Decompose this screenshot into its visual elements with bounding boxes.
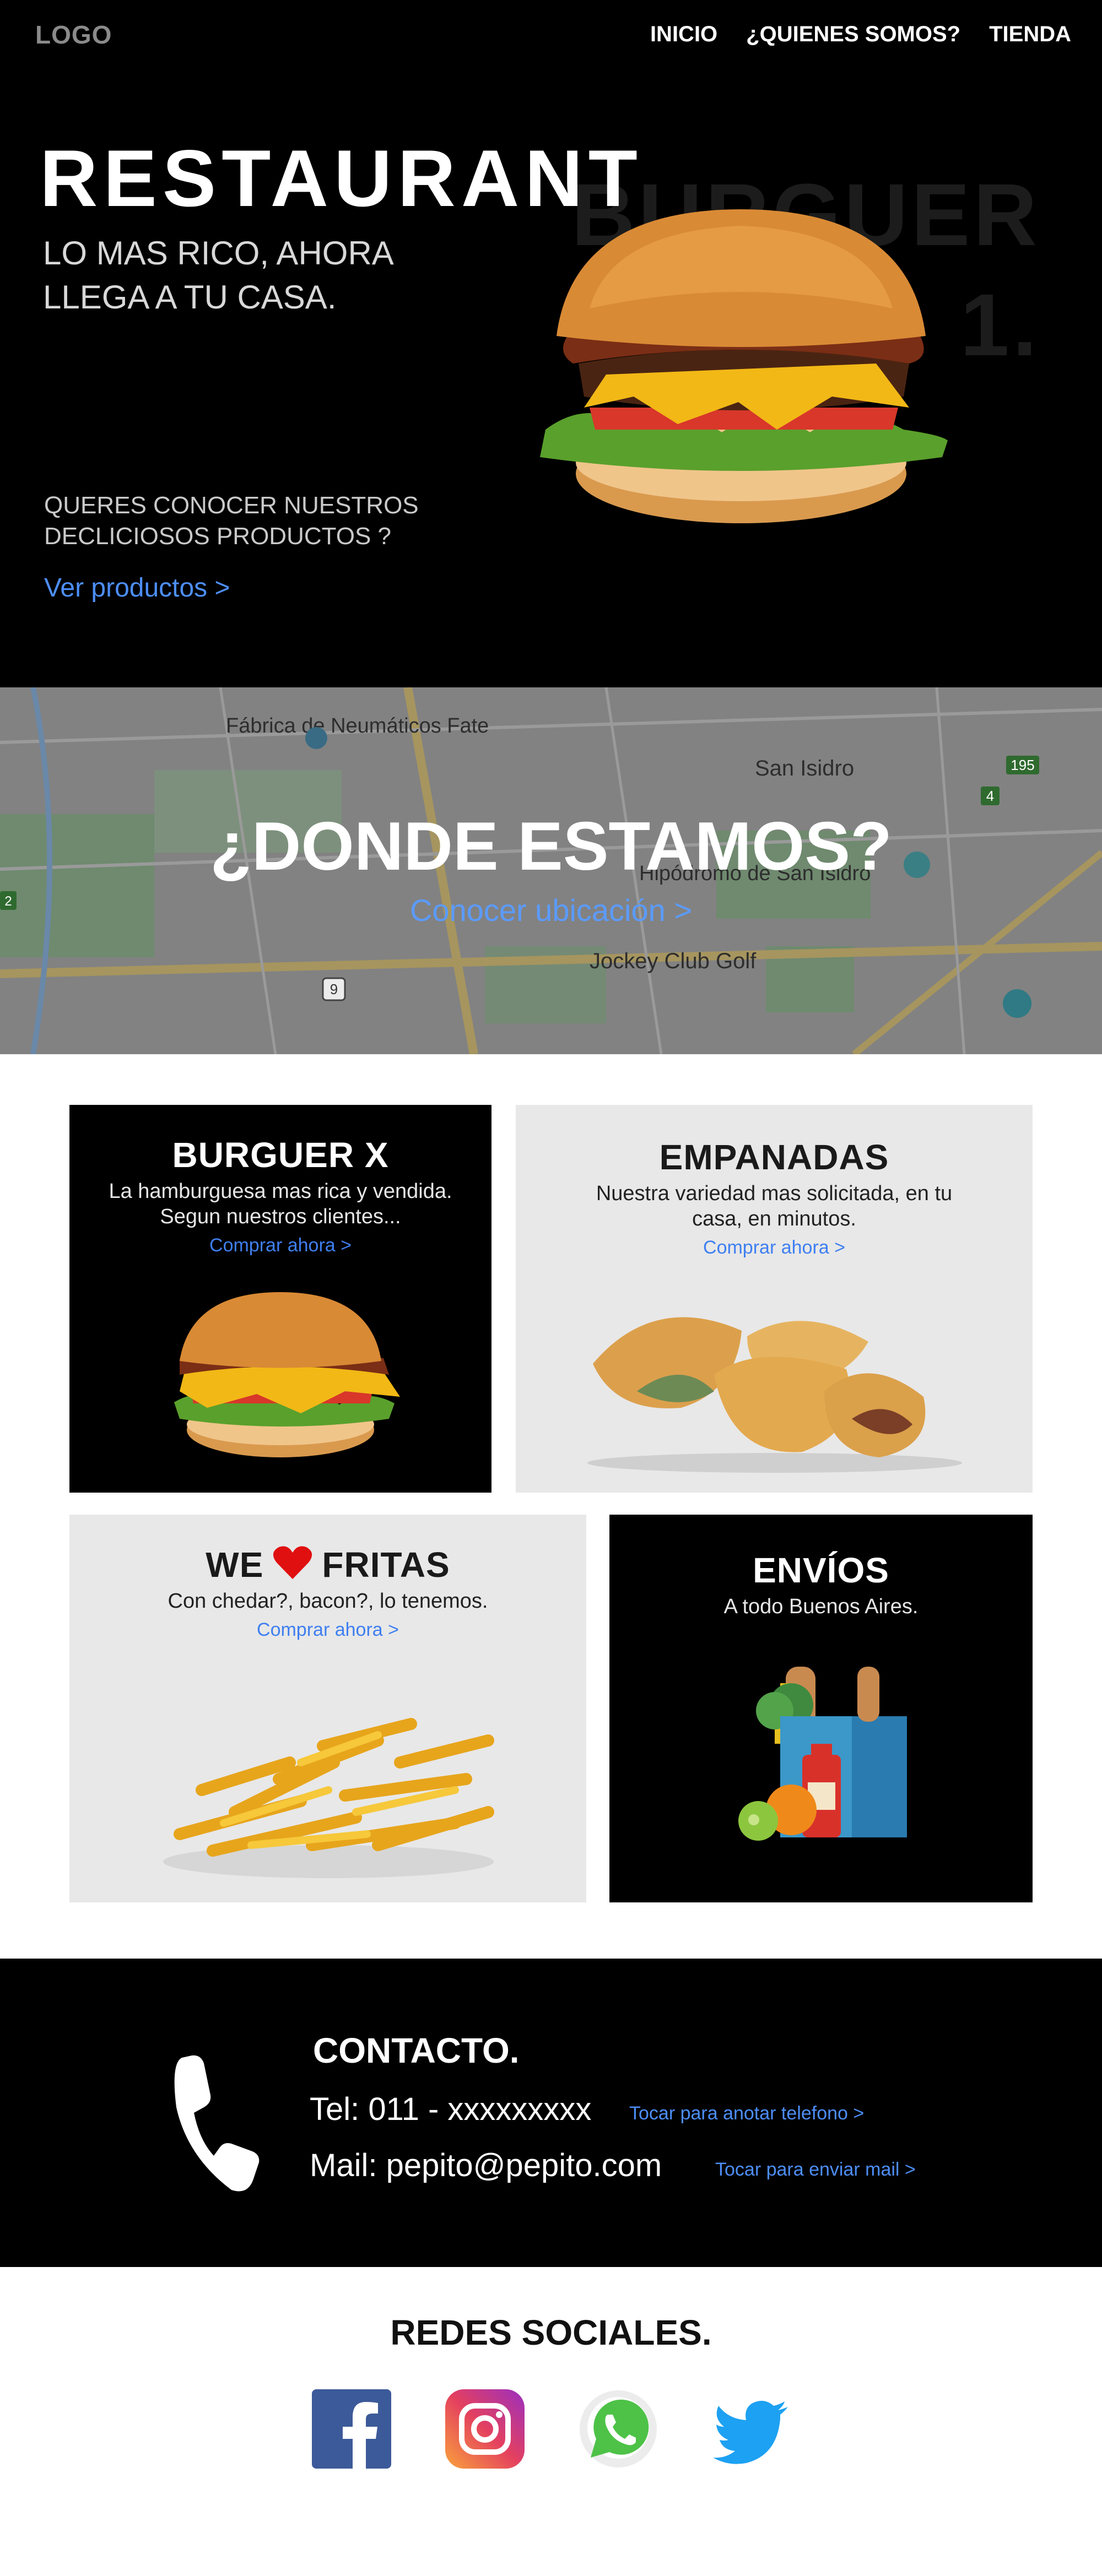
nav-quienes-somos[interactable]: ¿QUIENES SOMOS? xyxy=(746,22,960,47)
twitter-icon[interactable] xyxy=(712,2389,791,2469)
contact-title: CONTACTO. xyxy=(313,2031,520,2070)
grocery-bag-icon xyxy=(738,1667,907,1841)
card-burger-title: BURGUER X xyxy=(172,1135,389,1175)
card-burger-desc: La hamburguesa mas rica y vendida. Segun… xyxy=(109,1180,452,1228)
card-fritas-title: WE FRITAS xyxy=(69,1544,586,1585)
map-label-san-isidro: San Isidro xyxy=(755,756,854,780)
card-burger[interactable]: BURGUER X La hamburguesa mas rica y vend… xyxy=(69,1105,491,1493)
card-fritas[interactable]: WE FRITAS Con chedar?, bacon?, lo tenemos… xyxy=(69,1515,586,1902)
map-label-fabrica: Fábrica de Neumáticos Fate xyxy=(226,714,489,737)
card-envios[interactable]: ENVÍOS A todo Buenos Aires. xyxy=(609,1515,1033,1902)
hero-subtitle: LO MAS RICO, AHORA LLEGA A TU CASA. xyxy=(43,235,392,316)
fries-image xyxy=(163,1718,494,1878)
location-section: Fábrica de Neumáticos Fate San Isidro Hi… xyxy=(0,687,1102,1054)
hero-question: QUERES CONOCER NUESTROS DECLICIOSOS PROD… xyxy=(44,492,419,550)
card-fritas-buy-link[interactable]: Comprar ahora > xyxy=(257,1619,399,1641)
view-products-link[interactable]: Ver productos > xyxy=(44,573,230,603)
card-fritas-desc: Con chedar?, bacon?, lo tenemos. xyxy=(168,1590,488,1613)
card-empanadas-title: EMPANADAS xyxy=(659,1137,889,1177)
save-phone-link[interactable]: Tocar para anotar telefono > xyxy=(629,2103,864,2124)
phone-icon xyxy=(174,2055,260,2192)
empanadas-image xyxy=(587,1317,962,1473)
card-fritas-title-fritas: FRITAS xyxy=(322,1545,450,1585)
send-mail-link[interactable]: Tocar para enviar mail > xyxy=(715,2159,916,2181)
route-195: 195 xyxy=(1011,757,1034,773)
card-empanadas-desc: Nuestra variedad mas solicitada, en tu c… xyxy=(596,1182,953,1230)
contact-section: CONTACTO. Tel: 011 - xxxxxxxxx Tocar par… xyxy=(0,1959,1102,2267)
contact-email: Mail: pepito@pepito.com xyxy=(310,2147,662,2183)
card-empanadas[interactable]: EMPANADAS Nuestra variedad mas solicitad… xyxy=(516,1105,1033,1493)
view-location-link[interactable]: Conocer ubicación > xyxy=(0,892,1102,928)
contact-phone: Tel: 011 - xxxxxxxxx xyxy=(310,2091,592,2127)
card-fritas-title-we: WE xyxy=(206,1545,264,1585)
location-title: ¿DONDE ESTAMOS? xyxy=(210,809,892,885)
facebook-icon[interactable] xyxy=(312,2389,391,2469)
heart-icon xyxy=(273,1546,312,1579)
route-9: 9 xyxy=(330,981,338,997)
nav-inicio[interactable]: INICIO xyxy=(650,22,717,47)
card-burger-buy-link[interactable]: Comprar ahora > xyxy=(209,1235,352,1256)
main-nav: INICIO ¿QUIENES SOMOS? TIENDA xyxy=(650,22,1071,47)
card-empanadas-buy-link[interactable]: Comprar ahora > xyxy=(703,1237,845,1259)
burger-x-image xyxy=(174,1292,400,1457)
hero-burger-image xyxy=(540,209,948,523)
whatsapp-icon[interactable] xyxy=(579,2389,658,2469)
card-envios-desc: A todo Buenos Aires. xyxy=(723,1595,919,1618)
card-envios-title: ENVÍOS xyxy=(753,1550,889,1590)
route-4: 4 xyxy=(986,788,994,804)
hero-section: LOGO INICIO ¿QUIENES SOMOS? TIENDA BURGU… xyxy=(0,0,1102,687)
nav-tienda[interactable]: TIENDA xyxy=(989,22,1071,47)
site-logo[interactable]: LOGO xyxy=(35,20,112,50)
instagram-icon[interactable] xyxy=(445,2389,525,2469)
social-title: REDES SOCIALES. xyxy=(390,2313,712,2352)
map-label-jockey: Jockey Club Golf xyxy=(590,949,757,973)
social-links xyxy=(312,2389,791,2469)
